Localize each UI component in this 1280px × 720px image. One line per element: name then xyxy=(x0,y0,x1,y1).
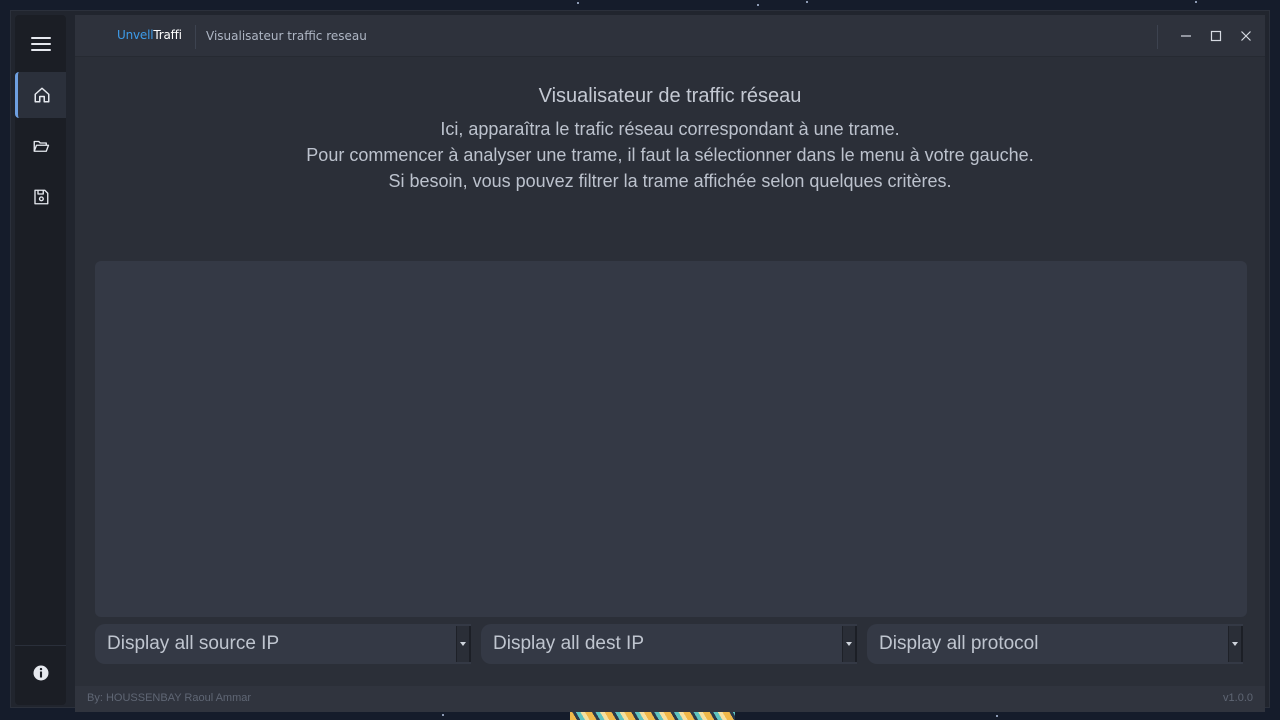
protocol-filter-label: Display all protocol xyxy=(879,633,1039,654)
source-ip-filter[interactable]: Display all source IP xyxy=(95,624,471,664)
star xyxy=(577,2,579,4)
close-button[interactable] xyxy=(1233,25,1259,47)
description-line-3: Si besoin, vous pouvez filtrer la trame … xyxy=(388,171,952,191)
logo-text-traffic: Traffic xyxy=(153,28,181,42)
menu-info-button[interactable] xyxy=(15,650,66,696)
home-icon xyxy=(34,87,50,103)
star xyxy=(442,714,444,716)
maximize-button[interactable] xyxy=(1203,25,1229,47)
minimize-button[interactable] xyxy=(1173,25,1199,47)
page-title: Visualisateur de traffic réseau xyxy=(538,85,802,107)
version-label: v1.0.0 xyxy=(1223,692,1253,704)
window-title: Visualisateur traffic reseau xyxy=(206,29,367,43)
star xyxy=(757,4,759,6)
save-icon xyxy=(33,189,48,205)
star xyxy=(1195,1,1197,3)
content-panel: UnvellTraffic Visualisateur traffic rese… xyxy=(75,15,1265,712)
author-credit: By: HOUSSENBAY Raoul Ammar xyxy=(87,692,252,704)
traffic-display-area xyxy=(95,261,1247,617)
star xyxy=(996,715,998,717)
close-icon xyxy=(1241,31,1251,41)
description-line-2: Pour commencer à analyser une trame, il … xyxy=(306,145,1034,165)
menu-home-button[interactable] xyxy=(15,72,66,118)
protocol-filter[interactable]: Display all protocol xyxy=(867,624,1243,664)
source-ip-filter-label: Display all source IP xyxy=(107,633,280,654)
menu-divider xyxy=(15,645,66,646)
app-logo: UnvellTraffic xyxy=(117,28,181,42)
folder-open-icon xyxy=(33,140,49,152)
maximize-icon xyxy=(1210,30,1222,42)
dest-ip-filter-label: Display all dest IP xyxy=(493,633,645,654)
app-window: UnvellTraffic Visualisateur traffic rese… xyxy=(10,10,1270,712)
info-icon xyxy=(33,665,48,681)
minimize-icon xyxy=(1181,35,1191,37)
menu-save-button[interactable] xyxy=(15,174,66,220)
dest-ip-filter[interactable]: Display all dest IP xyxy=(481,624,857,664)
dropdown-arrow-icon xyxy=(456,626,471,662)
logo-text-unvell: Unvell xyxy=(117,28,154,42)
dropdown-arrow-icon xyxy=(842,626,857,662)
title-bar: UnvellTraffic Visualisateur traffic rese… xyxy=(75,15,1265,57)
dropdown-arrow-icon xyxy=(1228,626,1243,662)
left-menu xyxy=(15,15,66,705)
menu-open-button[interactable] xyxy=(15,123,66,169)
title-divider xyxy=(195,25,196,49)
star xyxy=(806,1,808,3)
menu-toggle-button[interactable] xyxy=(15,21,66,67)
controls-divider xyxy=(1157,25,1158,49)
description-line-1: Ici, apparaîtra le trafic réseau corresp… xyxy=(440,119,900,139)
hamburger-icon xyxy=(30,33,51,55)
status-bar: By: HOUSSENBAY Raoul Ammar v1.0.0 xyxy=(75,686,1265,712)
